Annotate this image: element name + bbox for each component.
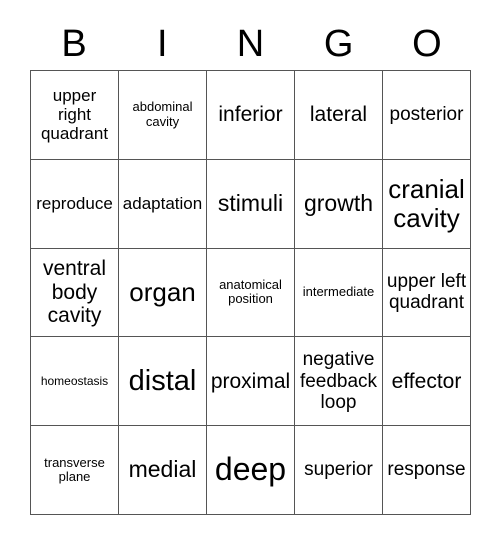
bingo-cell-label: organ	[129, 276, 196, 307]
header-letter-b: B	[61, 23, 87, 65]
bingo-cell-label: superior	[304, 459, 373, 481]
bingo-card: B I N G O upper right quadrant abdominal…	[0, 0, 500, 544]
bingo-cell-label: homeostasis	[40, 373, 109, 388]
bingo-cell-label: upper right quadrant	[40, 86, 109, 144]
bingo-cell-label: reproduce	[36, 194, 113, 214]
bingo-cell[interactable]: stimuli	[207, 159, 295, 249]
bingo-grid: upper right quadrant abdominal cavity in…	[30, 70, 471, 515]
bingo-cell-label: stimuli	[217, 189, 284, 216]
bingo-cell-label: intermediate	[302, 284, 375, 300]
bingo-cell[interactable]: deep	[207, 426, 295, 515]
bingo-cell-label: abdominal cavity	[132, 99, 193, 129]
bingo-cell-label: deep	[214, 451, 287, 488]
bingo-cell[interactable]: effector	[383, 337, 471, 427]
bingo-cell-label: proximal	[210, 369, 291, 393]
bingo-cell[interactable]: homeostasis	[31, 337, 119, 427]
bingo-cell[interactable]: ventral body cavity	[31, 248, 119, 338]
bingo-cell-label: medial	[128, 456, 197, 483]
bingo-cell-label: negative feedback loop	[299, 349, 378, 413]
bingo-cell-label: adaptation	[122, 194, 203, 214]
header-letter-o: O	[412, 23, 442, 65]
bingo-cell-label: distal	[128, 365, 197, 398]
bingo-cell[interactable]: reproduce	[31, 159, 119, 249]
bingo-cell[interactable]: upper right quadrant	[31, 71, 119, 160]
bingo-cell[interactable]: abdominal cavity	[119, 71, 207, 160]
bingo-cell[interactable]: posterior	[383, 71, 471, 160]
bingo-cell-label: growth	[303, 189, 374, 216]
bingo-cell[interactable]: superior	[295, 426, 383, 515]
bingo-cell-label: effector	[391, 369, 462, 393]
header-letter-n: N	[236, 23, 265, 65]
bingo-cell[interactable]: medial	[119, 426, 207, 515]
bingo-cell[interactable]: negative feedback loop	[295, 337, 383, 427]
bingo-cell[interactable]: organ	[119, 248, 207, 338]
bingo-cell-label: cranial cavity	[388, 173, 465, 233]
bingo-cell[interactable]: adaptation	[119, 159, 207, 249]
bingo-header-row: B I N G O	[30, 18, 471, 70]
bingo-cell-label: posterior	[389, 104, 464, 126]
bingo-cell[interactable]: intermediate	[295, 248, 383, 338]
bingo-cell-label: transverse plane	[44, 454, 105, 485]
bingo-cell[interactable]: inferior	[207, 71, 295, 160]
bingo-cell[interactable]: transverse plane	[31, 426, 119, 515]
bingo-cell[interactable]: upper left quadrant	[383, 248, 471, 338]
bingo-cell[interactable]: distal	[119, 337, 207, 427]
bingo-cell-label: response	[387, 459, 466, 481]
header-letter-i: I	[157, 23, 168, 65]
bingo-cell-label: lateral	[309, 103, 368, 127]
bingo-cell[interactable]: growth	[295, 159, 383, 249]
header-letter-g: G	[323, 23, 354, 65]
bingo-cell-label: ventral body cavity	[42, 257, 107, 328]
bingo-cell[interactable]: proximal	[207, 337, 295, 427]
bingo-cell[interactable]: lateral	[295, 71, 383, 160]
bingo-cell-label: anatomical position	[219, 276, 282, 307]
bingo-cell[interactable]: cranial cavity	[383, 159, 471, 249]
bingo-cell-label: upper left quadrant	[386, 271, 467, 314]
bingo-cell[interactable]: response	[383, 426, 471, 515]
bingo-cell[interactable]: anatomical position	[207, 248, 295, 338]
bingo-cell-label: inferior	[218, 103, 283, 127]
